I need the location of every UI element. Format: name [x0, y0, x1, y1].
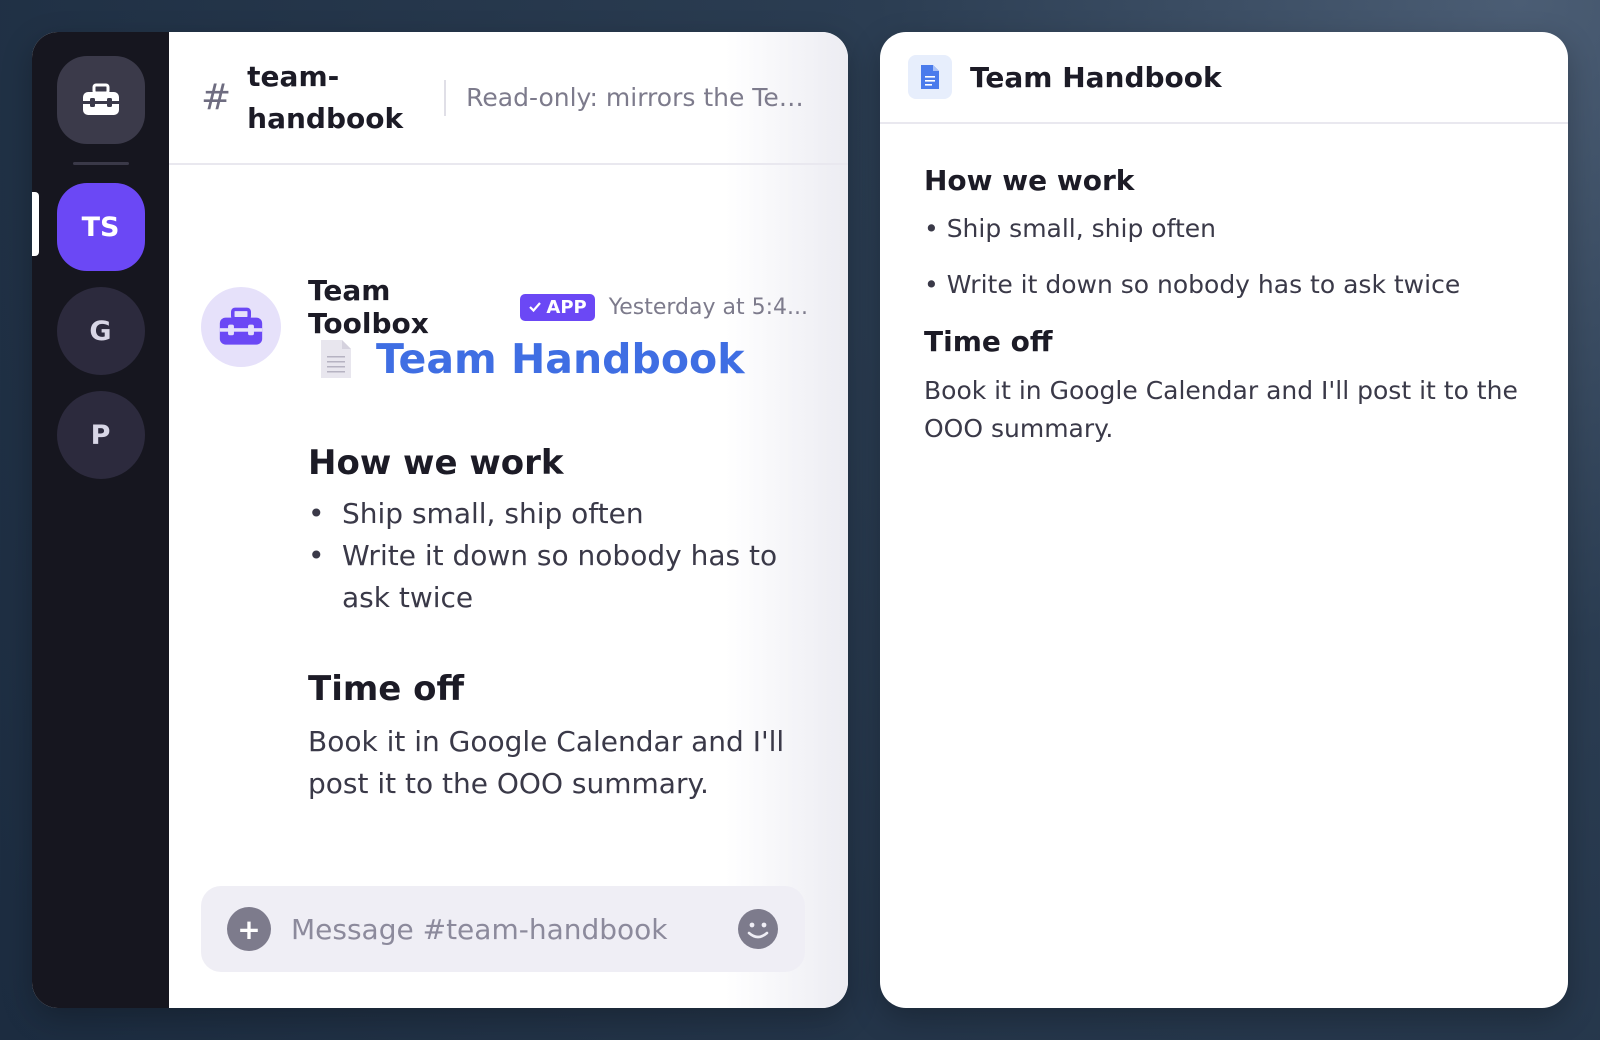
chat-window: TS G P # team-handbook Read-only: mirror… — [32, 32, 848, 1008]
rail-divider — [72, 162, 129, 165]
list-item: • Write it down so nobody has to ask twi… — [308, 535, 808, 619]
message-input[interactable] — [291, 912, 737, 946]
chat-main: # team-handbook Read-only: mirrors the T… — [169, 32, 848, 1008]
channel-topic[interactable]: Read-only: mirrors the Tea... — [466, 83, 806, 112]
doc-link[interactable]: Team Handbook — [376, 335, 744, 383]
document-panel: Team Handbook How we work • Ship small, … — [880, 32, 1568, 1008]
app-badge-label: APP — [546, 296, 587, 318]
bullet: • — [308, 497, 325, 530]
list-item-text: Write it down so nobody has to ask twice — [342, 539, 778, 614]
server-g[interactable]: G — [56, 287, 145, 375]
doc-link-row: Team Handbook — [308, 335, 808, 383]
bullet: • — [308, 539, 325, 572]
list-item: • Ship small, ship often — [308, 493, 808, 535]
app-badge: APP — [520, 293, 595, 321]
header-divider — [444, 79, 447, 116]
toolbox-icon — [82, 83, 119, 115]
hash-icon: # — [201, 77, 232, 118]
channel-name: team-handbook — [247, 59, 404, 135]
list-item: • Write it down so nobody has to ask twi… — [924, 270, 1461, 299]
message-composer: + — [201, 886, 805, 972]
document-icon — [321, 340, 351, 378]
message-meta: Team Toolbox APP Yesterday at 5:4... — [308, 274, 808, 340]
home-button[interactable] — [56, 56, 145, 144]
doc-how-we-work-list: • Ship small, ship often • Write it down… — [924, 211, 1524, 303]
server-p[interactable]: P — [56, 391, 145, 479]
doc-time-off-text: Book it in Google Calendar and I'll post… — [924, 376, 1518, 443]
google-doc-icon — [908, 55, 952, 99]
channel-header: # team-handbook Read-only: mirrors the T… — [169, 32, 848, 165]
message-body: Team Toolbox APP Yesterday at 5:4... Tea… — [308, 274, 808, 805]
list-item: • Ship small, ship often — [924, 214, 1216, 243]
section-heading-how-we-work: How we work — [308, 443, 564, 483]
emoji-icon[interactable] — [737, 908, 779, 950]
document-title: Team Handbook — [970, 60, 1222, 94]
message-timestamp[interactable]: Yesterday at 5:4... — [609, 295, 808, 320]
doc-heading-how-we-work: How we work — [924, 164, 1135, 197]
avatar[interactable] — [201, 287, 281, 367]
document-header: Team Handbook — [880, 32, 1568, 124]
author-name[interactable]: Team Toolbox — [308, 274, 506, 340]
list-item-text: Ship small, ship often — [342, 497, 644, 530]
how-we-work-list: • Ship small, ship often • Write it down… — [308, 493, 808, 619]
time-off-text: Book it in Google Calendar and I'll post… — [308, 725, 785, 800]
server-rail: TS G P — [32, 32, 169, 1008]
toolbox-icon — [219, 307, 263, 345]
add-attachment-button[interactable]: + — [227, 907, 271, 951]
server-ts[interactable]: TS — [56, 183, 145, 271]
section-heading-time-off: Time off — [308, 669, 465, 709]
check-icon — [529, 302, 542, 313]
doc-heading-time-off: Time off — [924, 325, 1053, 358]
active-server-indicator — [32, 192, 39, 256]
document-content: How we work • Ship small, ship often • W… — [880, 124, 1568, 488]
